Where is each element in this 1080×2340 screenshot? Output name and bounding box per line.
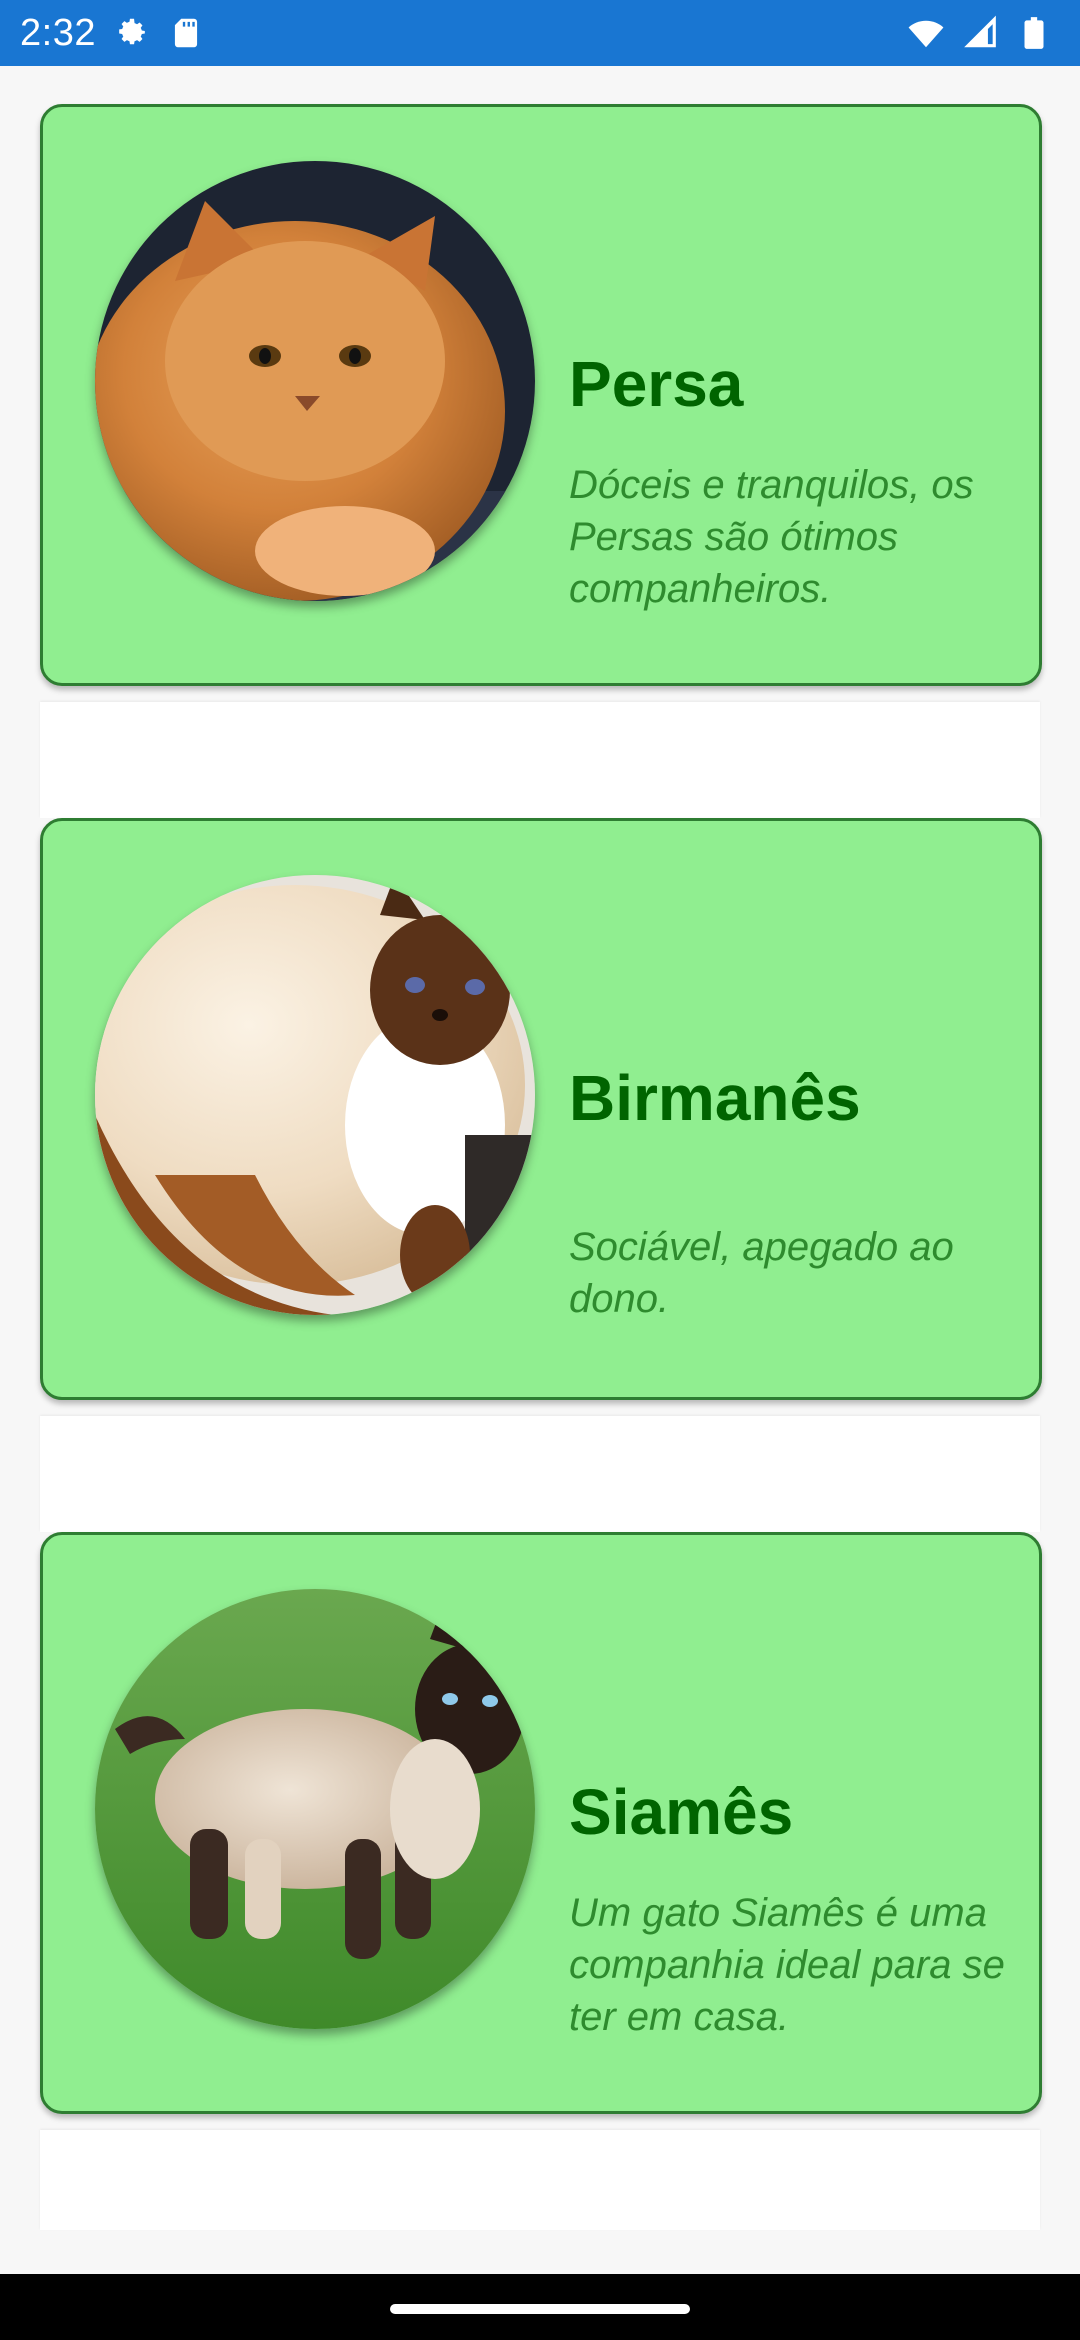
list-item: Persa Dóceis e tranquilos, os Persas são…	[40, 104, 1042, 818]
item-spacer	[40, 2130, 1040, 2230]
cat-card-persa[interactable]: Persa Dóceis e tranquilos, os Persas são…	[40, 104, 1042, 686]
cat-list[interactable]: Persa Dóceis e tranquilos, os Persas são…	[40, 104, 1042, 2246]
sd-card-icon	[166, 14, 206, 52]
cat-name: Birmanês	[569, 1062, 861, 1134]
settings-icon	[112, 14, 152, 52]
status-time: 2:32	[20, 12, 96, 54]
item-spacer	[40, 702, 1040, 818]
cat-name: Siamês	[569, 1776, 794, 1848]
cat-description: Dóceis e tranquilos, os Persas são ótimo…	[569, 463, 974, 611]
status-bar: 2:32	[0, 0, 1080, 66]
siamese-cat-photo	[95, 1589, 535, 2029]
cat-description: Um gato Siamês é uma companhia ideal par…	[569, 1891, 1005, 2039]
battery-icon	[1014, 14, 1054, 52]
cell-signal-icon	[960, 14, 1000, 52]
birman-cat-photo	[95, 875, 535, 1315]
cat-card-siames[interactable]: Siamês Um gato Siamês é uma companhia id…	[40, 1532, 1042, 2114]
list-item: Birmanês Sociável, apegado ao dono.	[40, 818, 1042, 1532]
cat-name: Persa	[569, 348, 744, 420]
persian-cat-photo	[95, 161, 535, 601]
item-spacer	[40, 1416, 1040, 1532]
home-indicator[interactable]	[390, 2304, 690, 2314]
navigation-bar	[0, 2274, 1080, 2340]
status-left-icons	[112, 14, 206, 52]
wifi-icon	[906, 14, 946, 52]
cat-card-birmanes[interactable]: Birmanês Sociável, apegado ao dono.	[40, 818, 1042, 1400]
cat-description: Sociável, apegado ao dono.	[569, 1225, 954, 1321]
status-right-icons	[906, 14, 1054, 52]
list-item: Siamês Um gato Siamês é uma companhia id…	[40, 1532, 1042, 2246]
